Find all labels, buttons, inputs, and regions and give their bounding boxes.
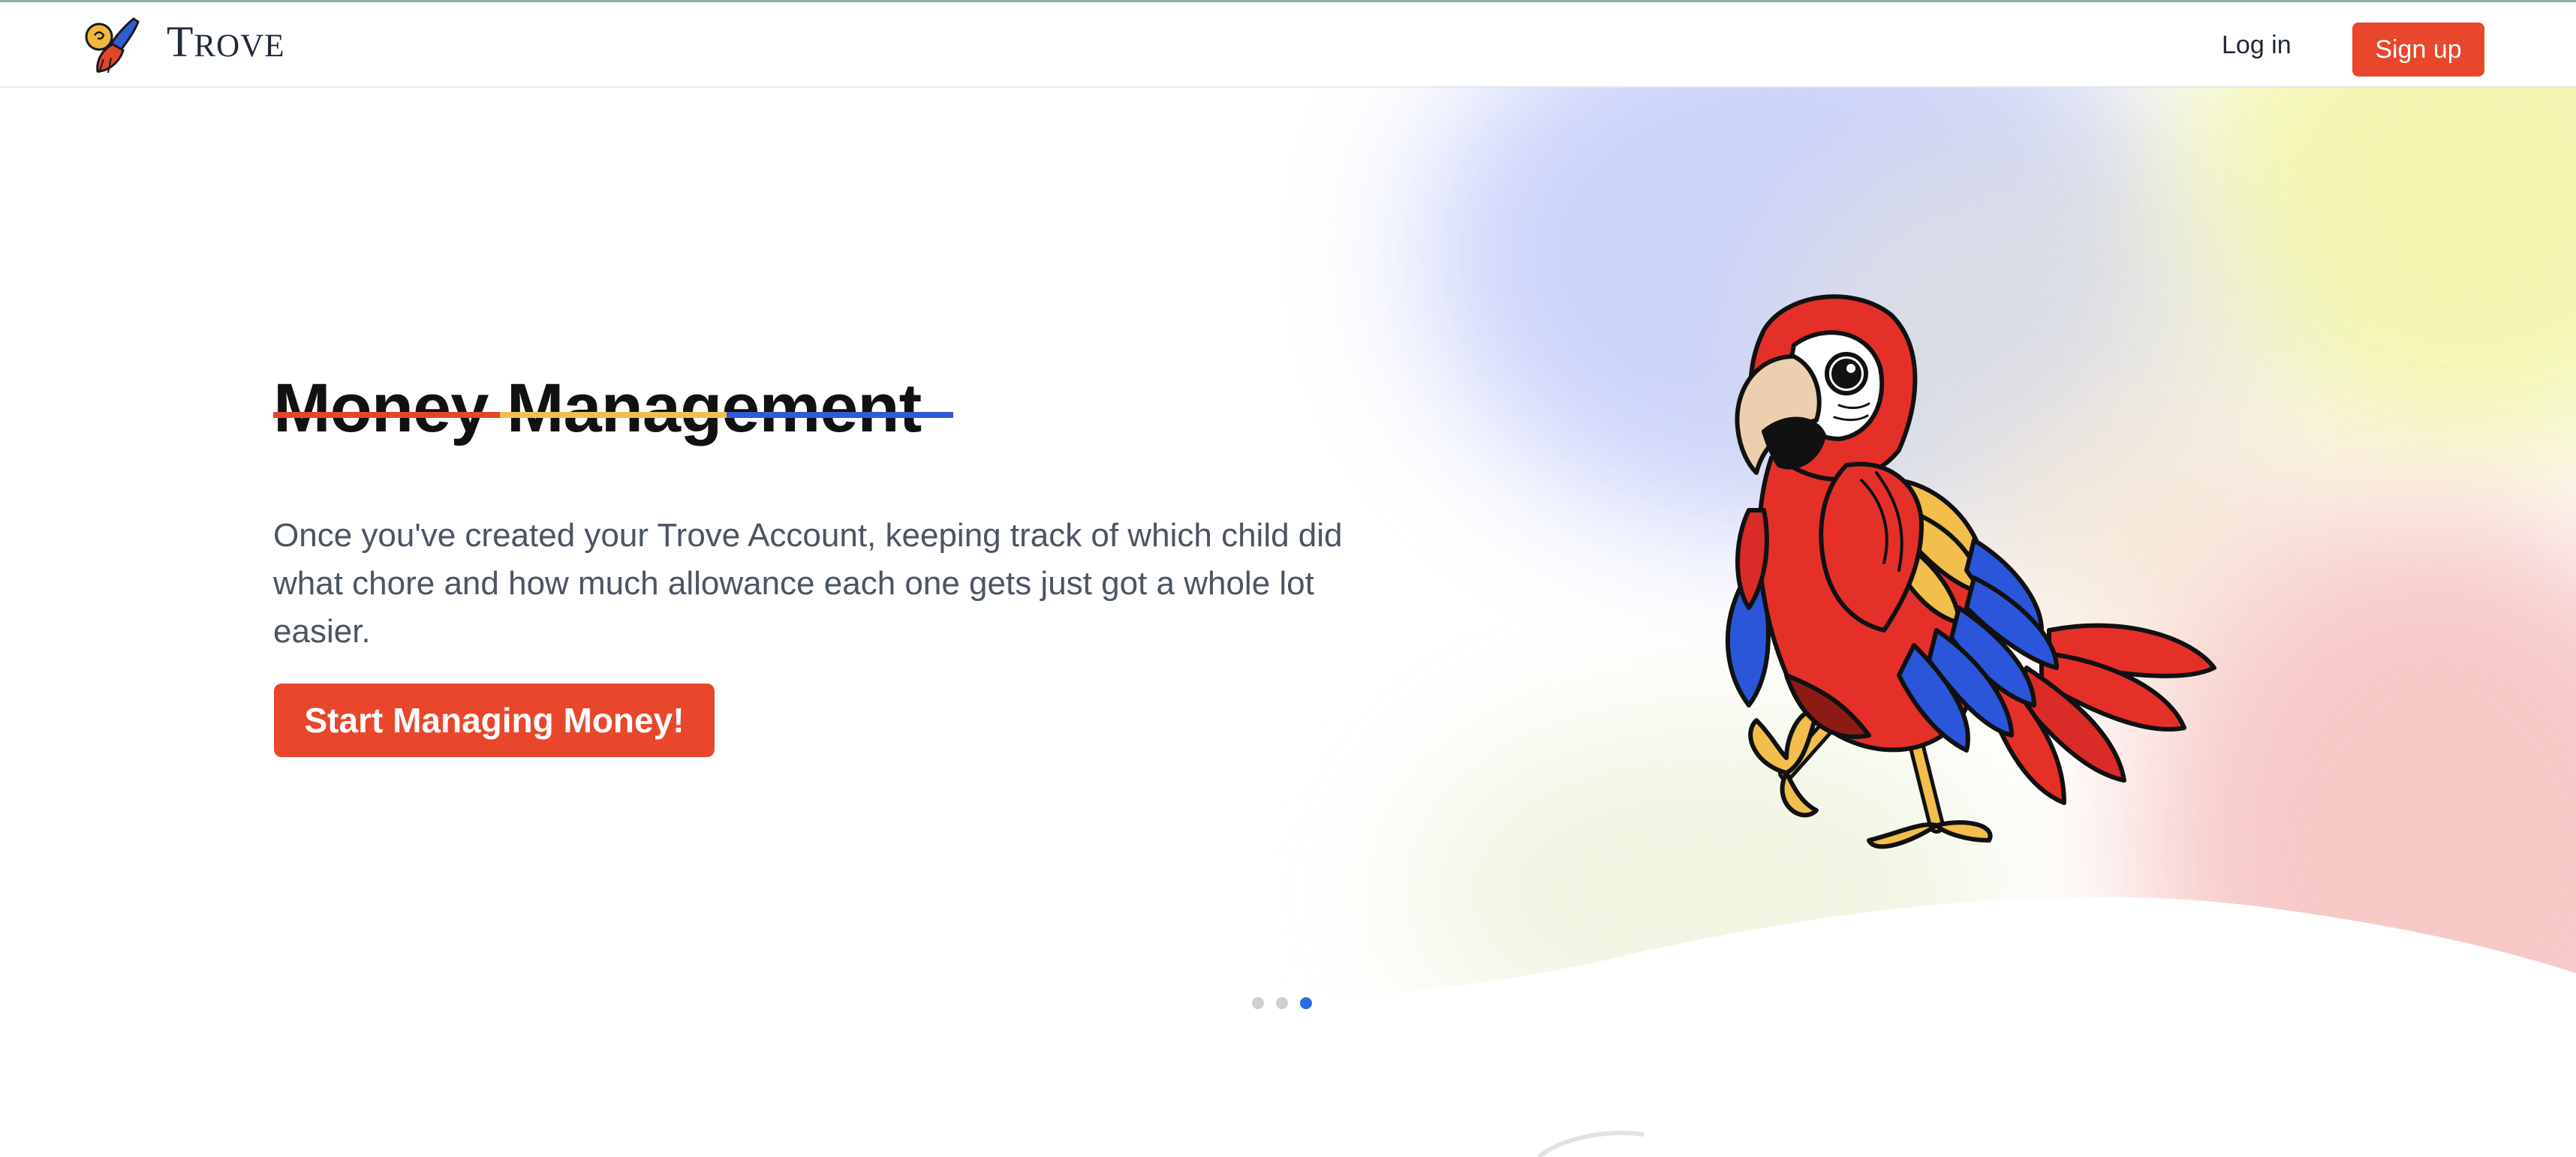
site-header: TROVE Log in Sign up xyxy=(0,2,2576,88)
trove-logo-icon[interactable] xyxy=(81,14,144,79)
signup-button[interactable]: Sign up xyxy=(2352,23,2484,77)
carousel-dot-2[interactable] xyxy=(1276,997,1288,1009)
hero-description: Once you've created your Trove Account, … xyxy=(273,517,1343,650)
parrot-illustration-icon xyxy=(1725,294,2216,849)
carousel-dot-1[interactable] xyxy=(1252,997,1264,1009)
brand-name[interactable]: TROVE xyxy=(167,20,285,64)
title-underline xyxy=(273,412,953,418)
underline-red xyxy=(273,412,500,418)
start-managing-money-button[interactable]: Start Managing Money! xyxy=(274,684,715,757)
underline-blue xyxy=(727,412,953,418)
carousel-indicators xyxy=(1252,997,1312,1009)
hero-title: Money Management xyxy=(273,369,922,446)
underline-yellow xyxy=(500,412,727,418)
carousel-dot-3[interactable] xyxy=(1300,997,1312,1009)
login-link[interactable]: Log in xyxy=(2222,32,2292,58)
